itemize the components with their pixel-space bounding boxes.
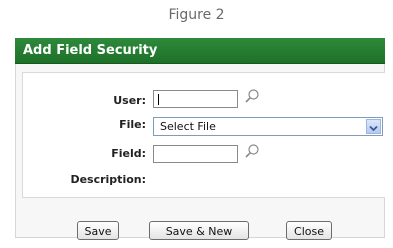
close-button[interactable]: Close xyxy=(286,221,332,240)
text-cursor xyxy=(158,94,159,105)
file-select[interactable]: Select File xyxy=(153,117,383,136)
file-label: File: xyxy=(119,118,146,131)
dialog-title: Add Field Security xyxy=(23,43,158,58)
user-label: User: xyxy=(113,94,146,107)
figure-caption: Figure 2 xyxy=(168,7,225,23)
dropdown-button[interactable] xyxy=(366,119,381,134)
save-and-new-button[interactable]: Save & New xyxy=(149,221,249,240)
file-select-value: Select File xyxy=(160,120,216,133)
field-label: Field: xyxy=(111,147,146,160)
description-label: Description: xyxy=(70,173,146,186)
save-button[interactable]: Save xyxy=(77,221,119,240)
magnifier-icon[interactable] xyxy=(244,88,260,104)
magnifier-icon[interactable] xyxy=(244,143,260,159)
dialog-title-bar: Add Field Security xyxy=(15,38,385,64)
user-input[interactable] xyxy=(153,90,238,108)
field-input[interactable] xyxy=(153,145,238,163)
chevron-down-icon xyxy=(369,125,378,132)
